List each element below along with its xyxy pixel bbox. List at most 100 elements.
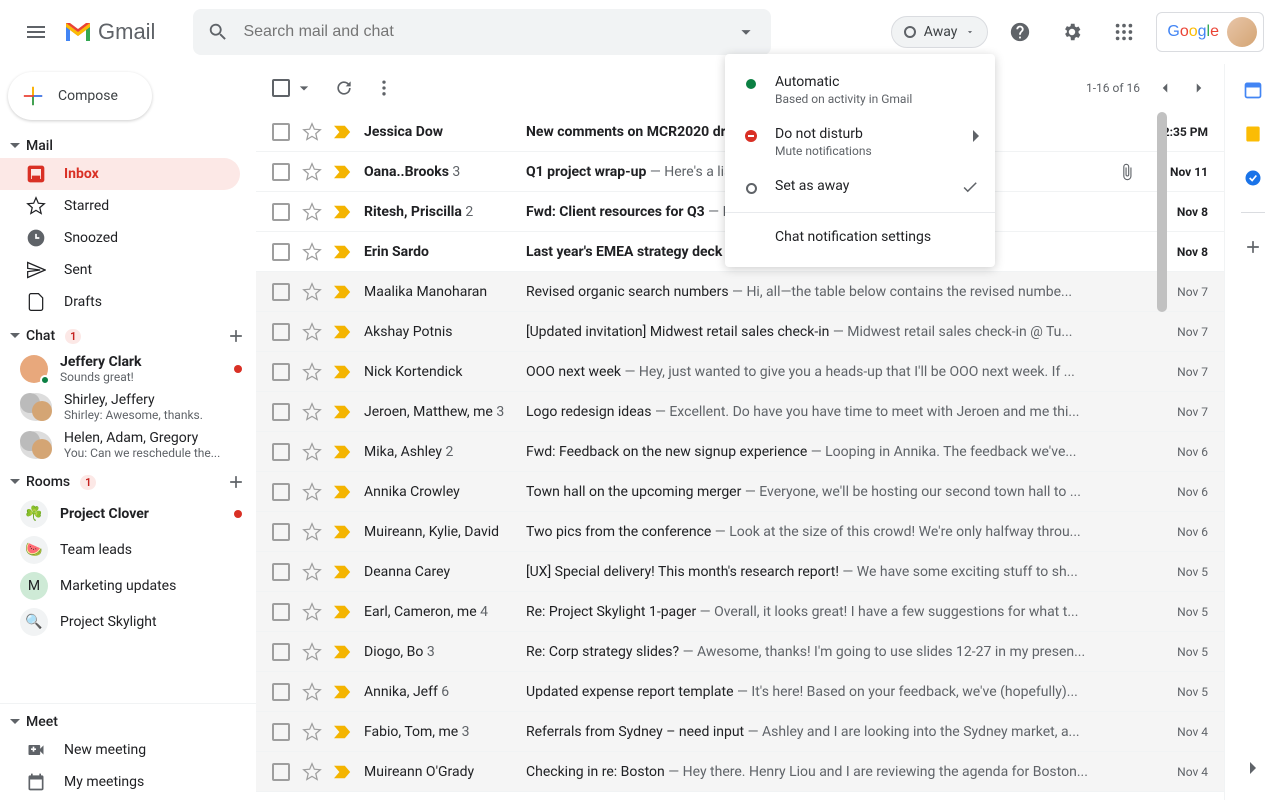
meet-section-header[interactable]: Meet bbox=[0, 710, 256, 734]
chat-item[interactable]: Jeffery ClarkSounds great! bbox=[0, 350, 256, 388]
row-checkbox[interactable] bbox=[272, 203, 290, 221]
page-next-button[interactable] bbox=[1190, 79, 1208, 97]
tasks-app-icon[interactable] bbox=[1243, 168, 1263, 188]
star-button[interactable] bbox=[302, 362, 322, 382]
room-item[interactable]: 🔍Project Skylight bbox=[0, 604, 256, 636]
sidebar-item-sent[interactable]: Sent bbox=[0, 254, 240, 286]
search-input[interactable] bbox=[243, 23, 721, 41]
important-marker[interactable] bbox=[334, 685, 352, 699]
email-row[interactable]: Diogo, Bo 3Re: Corp strategy slides? — A… bbox=[256, 632, 1224, 672]
star-button[interactable] bbox=[302, 402, 322, 422]
important-marker[interactable] bbox=[334, 765, 352, 779]
row-checkbox[interactable] bbox=[272, 723, 290, 741]
email-row[interactable]: Muireann, Kylie, DavidTwo pics from the … bbox=[256, 512, 1224, 552]
sidebar-item-drafts[interactable]: Drafts bbox=[0, 286, 240, 318]
email-row[interactable]: Annika CrowleyTown hall on the upcoming … bbox=[256, 472, 1224, 512]
settings-button[interactable] bbox=[1052, 12, 1092, 52]
important-marker[interactable] bbox=[334, 325, 352, 339]
status-dnd-option[interactable]: Do not disturb Mute notifications bbox=[725, 116, 995, 168]
account-chip[interactable]: Google bbox=[1156, 12, 1264, 52]
star-button[interactable] bbox=[302, 162, 322, 182]
important-marker[interactable] bbox=[334, 645, 352, 659]
compose-button[interactable]: Compose bbox=[8, 72, 152, 120]
star-button[interactable] bbox=[302, 122, 322, 142]
row-checkbox[interactable] bbox=[272, 523, 290, 541]
scrollbar[interactable] bbox=[1156, 112, 1168, 800]
more-button[interactable] bbox=[374, 78, 394, 98]
room-item[interactable]: 🍉Team leads bbox=[0, 532, 256, 568]
email-row[interactable]: Nick KortendickOOO next week — Hey, just… bbox=[256, 352, 1224, 392]
row-checkbox[interactable] bbox=[272, 123, 290, 141]
important-marker[interactable] bbox=[334, 525, 352, 539]
star-button[interactable] bbox=[302, 442, 322, 462]
status-automatic-option[interactable]: Automatic Based on activity in Gmail bbox=[725, 64, 995, 116]
chevron-down-icon[interactable] bbox=[294, 78, 314, 98]
email-row[interactable]: Annika, Jeff 6Updated expense report tem… bbox=[256, 672, 1224, 712]
important-marker[interactable] bbox=[334, 725, 352, 739]
star-button[interactable] bbox=[302, 682, 322, 702]
star-button[interactable] bbox=[302, 522, 322, 542]
email-row[interactable]: Maalika ManoharanRevised organic search … bbox=[256, 272, 1224, 312]
search-options-icon[interactable] bbox=[735, 21, 757, 43]
row-checkbox[interactable] bbox=[272, 563, 290, 581]
important-marker[interactable] bbox=[334, 245, 352, 259]
important-marker[interactable] bbox=[334, 205, 352, 219]
star-button[interactable] bbox=[302, 242, 322, 262]
page-prev-button[interactable] bbox=[1156, 79, 1174, 97]
select-all-checkbox[interactable] bbox=[272, 79, 290, 97]
gmail-logo[interactable]: Gmail bbox=[64, 19, 155, 45]
email-row[interactable]: Akshay Potnis[Updated invitation] Midwes… bbox=[256, 312, 1224, 352]
row-checkbox[interactable] bbox=[272, 763, 290, 781]
scroll-thumb[interactable] bbox=[1157, 112, 1167, 312]
my-meetings-button[interactable]: My meetings bbox=[0, 766, 240, 798]
important-marker[interactable] bbox=[334, 285, 352, 299]
sidebar-item-snoozed[interactable]: Snoozed bbox=[0, 222, 240, 254]
row-checkbox[interactable] bbox=[272, 483, 290, 501]
important-marker[interactable] bbox=[334, 605, 352, 619]
important-marker[interactable] bbox=[334, 165, 352, 179]
status-chip[interactable]: Away bbox=[891, 16, 989, 48]
sidebar-item-starred[interactable]: Starred bbox=[0, 190, 240, 222]
new-meeting-button[interactable]: New meeting bbox=[0, 734, 240, 766]
hide-panel-button[interactable] bbox=[1241, 756, 1265, 780]
row-checkbox[interactable] bbox=[272, 323, 290, 341]
refresh-button[interactable] bbox=[334, 78, 354, 98]
important-marker[interactable] bbox=[334, 365, 352, 379]
star-button[interactable] bbox=[302, 282, 322, 302]
select-all-control[interactable] bbox=[272, 78, 314, 98]
row-checkbox[interactable] bbox=[272, 403, 290, 421]
row-checkbox[interactable] bbox=[272, 363, 290, 381]
support-button[interactable] bbox=[1000, 12, 1040, 52]
row-checkbox[interactable] bbox=[272, 243, 290, 261]
row-checkbox[interactable] bbox=[272, 443, 290, 461]
star-button[interactable] bbox=[302, 202, 322, 222]
row-checkbox[interactable] bbox=[272, 683, 290, 701]
room-item[interactable]: ☘️Project Clover bbox=[0, 496, 256, 532]
status-away-option[interactable]: Set as away bbox=[725, 168, 995, 206]
apps-button[interactable] bbox=[1104, 12, 1144, 52]
chat-notification-settings-option[interactable]: Chat notification settings bbox=[725, 219, 995, 257]
get-addons-button[interactable] bbox=[1243, 237, 1263, 257]
chat-section-header[interactable]: Chat 1 bbox=[0, 322, 256, 350]
main-menu-button[interactable] bbox=[16, 12, 56, 52]
star-button[interactable] bbox=[302, 722, 322, 742]
room-item[interactable]: MMarketing updates bbox=[0, 568, 256, 604]
row-checkbox[interactable] bbox=[272, 603, 290, 621]
star-button[interactable] bbox=[302, 762, 322, 782]
star-button[interactable] bbox=[302, 322, 322, 342]
chat-item[interactable]: Shirley, JefferyShirley: Awesome, thanks… bbox=[0, 388, 256, 426]
star-button[interactable] bbox=[302, 482, 322, 502]
star-button[interactable] bbox=[302, 562, 322, 582]
mail-section-header[interactable]: Mail bbox=[0, 134, 256, 158]
row-checkbox[interactable] bbox=[272, 283, 290, 301]
important-marker[interactable] bbox=[334, 125, 352, 139]
email-row[interactable]: Muireann O'GradyChecking in re: Boston —… bbox=[256, 752, 1224, 792]
row-checkbox[interactable] bbox=[272, 163, 290, 181]
chat-item[interactable]: Helen, Adam, GregoryYou: Can we reschedu… bbox=[0, 426, 256, 464]
email-row[interactable]: Mika, Ashley 2Fwd: Feedback on the new s… bbox=[256, 432, 1224, 472]
row-checkbox[interactable] bbox=[272, 643, 290, 661]
star-button[interactable] bbox=[302, 642, 322, 662]
email-row[interactable]: Deanna Carey[UX] Special delivery! This … bbox=[256, 552, 1224, 592]
new-room-button[interactable] bbox=[226, 472, 246, 492]
sidebar-item-inbox[interactable]: Inbox bbox=[0, 158, 240, 190]
